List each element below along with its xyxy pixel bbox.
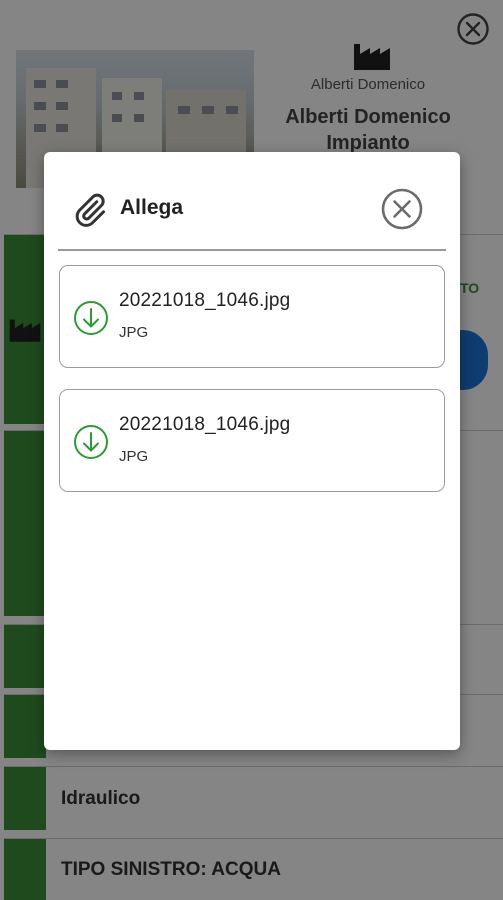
download-icon[interactable] xyxy=(73,424,109,460)
attachment-filetype: JPG xyxy=(119,448,149,465)
attachment-filename: 20221018_1046.jpg xyxy=(119,414,291,435)
download-icon[interactable] xyxy=(73,300,109,336)
dialog-header: Allega xyxy=(44,152,460,250)
attachment-filename: 20221018_1046.jpg xyxy=(119,290,291,311)
dialog-divider xyxy=(58,249,446,251)
attach-dialog: Allega 20221018_1046.jpg JPG 20221018_10… xyxy=(44,152,460,750)
attachment-item[interactable]: 20221018_1046.jpg JPG xyxy=(59,389,445,492)
dialog-title: Allega xyxy=(120,196,184,219)
close-icon[interactable] xyxy=(380,187,424,231)
paperclip-icon xyxy=(75,193,105,227)
attachment-filetype: JPG xyxy=(119,324,149,341)
attachment-item[interactable]: 20221018_1046.jpg JPG xyxy=(59,265,445,368)
